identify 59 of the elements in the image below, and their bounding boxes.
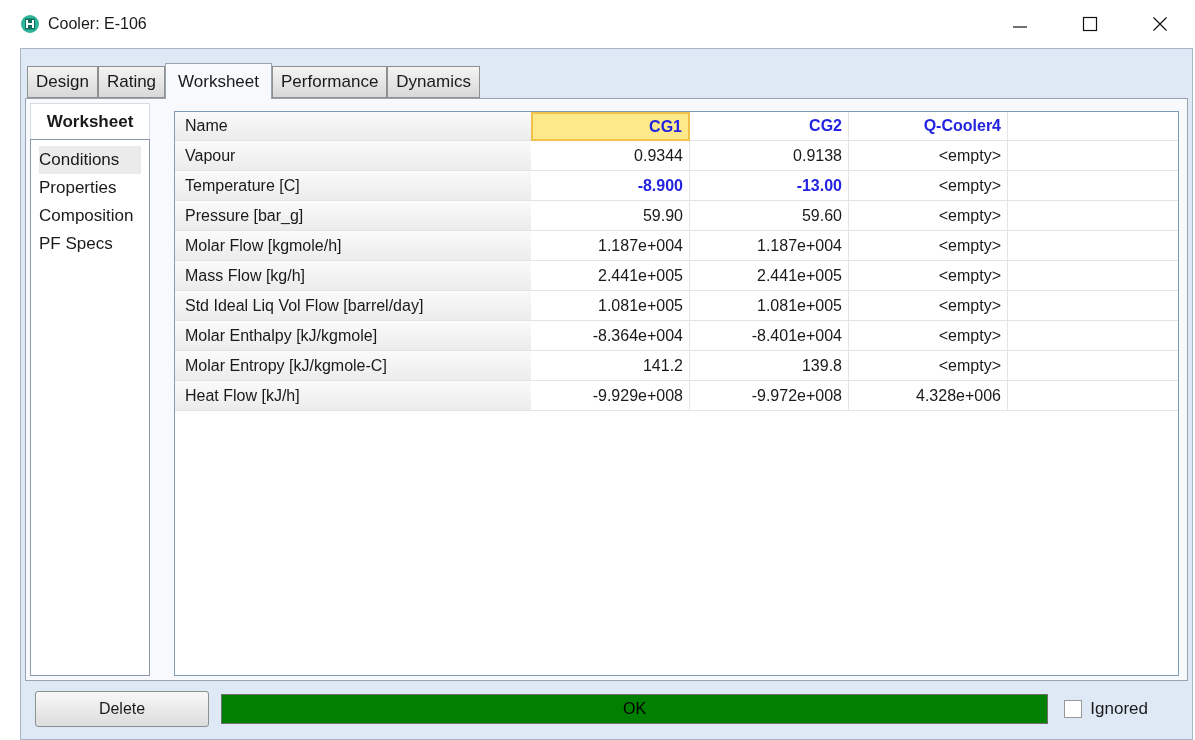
table-cell[interactable]: 141.2: [531, 351, 690, 381]
table-cell[interactable]: 59.90: [531, 201, 690, 231]
status-bar: OK: [221, 694, 1049, 724]
table-cell[interactable]: <empty>: [849, 261, 1008, 291]
nav-item[interactable]: Properties: [39, 174, 141, 202]
tab[interactable]: Worksheet: [165, 63, 272, 99]
table-cell[interactable]: 1.081e+005: [531, 291, 690, 321]
table-cell[interactable]: -13.00: [690, 171, 849, 201]
table-cell[interactable]: -8.364e+004: [531, 321, 690, 351]
table-cell[interactable]: <empty>: [849, 291, 1008, 321]
table-cell[interactable]: <empty>: [849, 321, 1008, 351]
tab[interactable]: Rating: [97, 66, 166, 98]
maximize-icon: [1082, 16, 1098, 32]
tab[interactable]: Dynamics: [387, 66, 480, 98]
row-label: Heat Flow [kJ/h]: [175, 381, 531, 411]
checkbox-label: Ignored: [1090, 698, 1148, 721]
table-cell[interactable]: 1.081e+005: [690, 291, 849, 321]
table-cell[interactable]: 59.60: [690, 201, 849, 231]
row-label: Vapour: [175, 141, 531, 171]
table-cell[interactable]: -9.972e+008: [690, 381, 849, 411]
nav-item[interactable]: PF Specs: [39, 230, 141, 258]
app-logo-icon: [21, 15, 39, 33]
table-cell[interactable]: <empty>: [849, 141, 1008, 171]
close-icon: [1152, 16, 1168, 32]
tab[interactable]: Performance: [272, 66, 388, 98]
row-label: Temperature [C]: [175, 171, 531, 201]
table-cell[interactable]: 1.187e+004: [690, 231, 849, 261]
table-cell[interactable]: 4.328e+006: [849, 381, 1008, 411]
nav-item[interactable]: Conditions: [39, 146, 141, 174]
row-label: Mass Flow [kg/h]: [175, 261, 531, 291]
table-cell[interactable]: 139.8: [690, 351, 849, 381]
table-cell[interactable]: -8.401e+004: [690, 321, 849, 351]
column-header[interactable]: Q-Cooler4: [849, 112, 1008, 141]
row-label: Molar Entropy [kJ/kgmole-C]: [175, 351, 531, 381]
row-label: Molar Flow [kgmole/h]: [175, 231, 531, 261]
table-cell[interactable]: <empty>: [849, 231, 1008, 261]
checkbox[interactable]: [1064, 700, 1083, 718]
column-header[interactable]: CG2: [690, 112, 849, 141]
table-cell[interactable]: 0.9138: [690, 141, 849, 171]
row-label: Std Ideal Liq Vol Flow [barrel/day]: [175, 291, 531, 321]
tab[interactable]: Design: [27, 66, 98, 98]
nav-item[interactable]: Composition: [39, 202, 141, 230]
table-cell[interactable]: 2.441e+005: [690, 261, 849, 291]
table-cell[interactable]: 0.9344: [531, 141, 690, 171]
delete-button[interactable]: Delete: [35, 691, 209, 727]
table-cell[interactable]: 2.441e+005: [531, 261, 690, 291]
column-header[interactable]: CG1: [531, 112, 690, 141]
section-title: Worksheet: [30, 103, 150, 139]
row-label: Molar Enthalpy [kJ/kgmole]: [175, 321, 531, 351]
table-header: Name: [175, 112, 531, 141]
row-label: Pressure [bar_g]: [175, 201, 531, 231]
table-cell[interactable]: 1.187e+004: [531, 231, 690, 261]
table-cell[interactable]: <empty>: [849, 201, 1008, 231]
table-cell[interactable]: <empty>: [849, 351, 1008, 381]
table-cell[interactable]: <empty>: [849, 171, 1008, 201]
table-cell[interactable]: -8.900: [531, 171, 690, 201]
minimize-icon: [1013, 26, 1027, 28]
window-title: Cooler: E-106: [48, 14, 147, 34]
table-cell[interactable]: -9.929e+008: [531, 381, 690, 411]
